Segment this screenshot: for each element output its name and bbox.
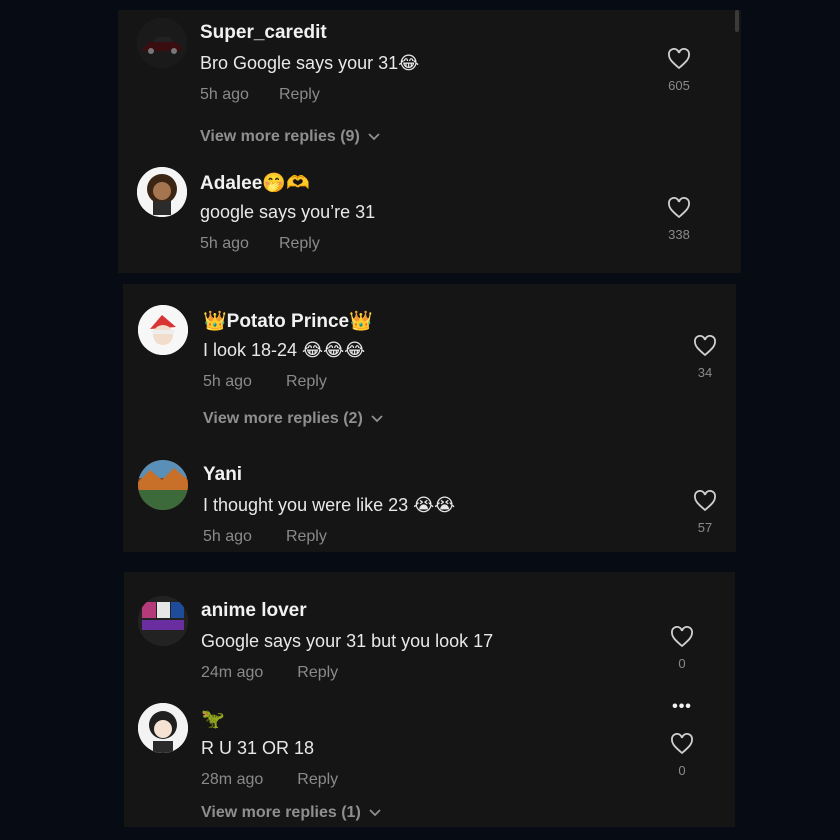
comment-time: 5h ago [203,373,252,390]
reply-button[interactable]: Reply [286,373,327,390]
comment-text: google says you’re 31 [200,202,376,222]
like-count: 605 [668,78,690,93]
like-button[interactable]: 338 [659,197,699,242]
view-more-label: View more replies (9) [200,128,360,145]
like-button[interactable]: 34 [685,335,725,380]
comment-panel-1: Super_caredit Bro Google says your 31😂 5… [118,10,741,273]
like-button[interactable]: 605 [659,48,699,93]
comment-meta: 24m ago Reply [201,664,338,682]
heart-icon[interactable] [667,197,691,219]
car-avatar-icon[interactable] [137,18,187,68]
comment-meta: 5h ago Reply [203,528,327,546]
comment-text: Bro Google says your 31😂 [200,53,420,73]
like-count: 0 [678,656,686,671]
chevron-down-icon [368,133,380,141]
reply-button[interactable]: Reply [297,771,338,788]
like-count: 0 [678,763,686,778]
reply-button[interactable]: Reply [279,86,320,103]
comment-username[interactable]: Adalee🤭🫶 [200,171,310,195]
anime-santa-avatar-icon[interactable] [138,305,188,355]
view-more-label: View more replies (1) [201,804,361,821]
like-count: 57 [697,520,713,535]
view-more-replies-button[interactable]: View more replies (9) [200,128,380,146]
like-button[interactable]: 0 [662,733,702,778]
comment-time: 24m ago [201,664,264,681]
comment-meta: 5h ago Reply [200,235,320,253]
heart-icon[interactable] [670,626,694,648]
comment-panel-3: anime lover Google says your 31 but you … [124,572,735,827]
view-more-replies-button[interactable]: View more replies (2) [203,410,383,428]
like-count: 34 [697,365,713,380]
chevron-down-icon [371,415,383,423]
comment-meta: 28m ago Reply [201,771,338,789]
like-button[interactable]: 57 [685,490,725,535]
view-more-replies-button[interactable]: View more replies (1) [201,804,381,822]
comment-panel-2: 👑Potato Prince👑 I look 18-24 😂😂😂 5h ago R… [123,284,736,552]
comment-username[interactable]: 🦖 [201,707,225,731]
comment-text: I look 18-24 😂😂😂 [203,340,366,360]
landscape-avatar-icon[interactable] [138,460,188,510]
like-button[interactable]: 0 [662,626,702,671]
view-more-label: View more replies (2) [203,410,363,427]
reply-button[interactable]: Reply [286,528,327,545]
comment-username[interactable]: anime lover [201,600,307,622]
comment-time: 5h ago [203,528,252,545]
reply-button[interactable]: Reply [297,664,338,681]
comment-username[interactable]: Super_caredit [200,22,327,44]
comment-text: R U 31 OR 18 [201,738,315,758]
comment-meta: 5h ago Reply [203,373,327,391]
cartoon-girl-avatar-icon[interactable] [137,167,187,217]
heart-icon[interactable] [693,335,717,357]
comment-text: I thought you were like 23 😭😭 [203,495,456,515]
comment-time: 5h ago [200,235,249,252]
comment-meta: 5h ago Reply [200,86,320,104]
like-count: 338 [668,227,690,242]
comment-time: 5h ago [200,86,249,103]
chevron-down-icon [369,809,381,817]
comment-username[interactable]: 👑Potato Prince👑 [203,309,373,333]
heart-icon[interactable] [670,733,694,755]
reply-button[interactable]: Reply [279,235,320,252]
heart-icon[interactable] [693,490,717,512]
heart-icon[interactable] [667,48,691,70]
anime-girl-avatar-icon[interactable] [138,703,188,753]
anime-collage-avatar-icon[interactable] [138,596,188,646]
comment-time: 28m ago [201,771,264,788]
comment-text: Google says your 31 but you look 17 [201,631,494,651]
more-options-button[interactable]: ••• [662,698,702,716]
scrollbar[interactable] [735,10,739,32]
comment-username[interactable]: Yani [203,464,242,486]
